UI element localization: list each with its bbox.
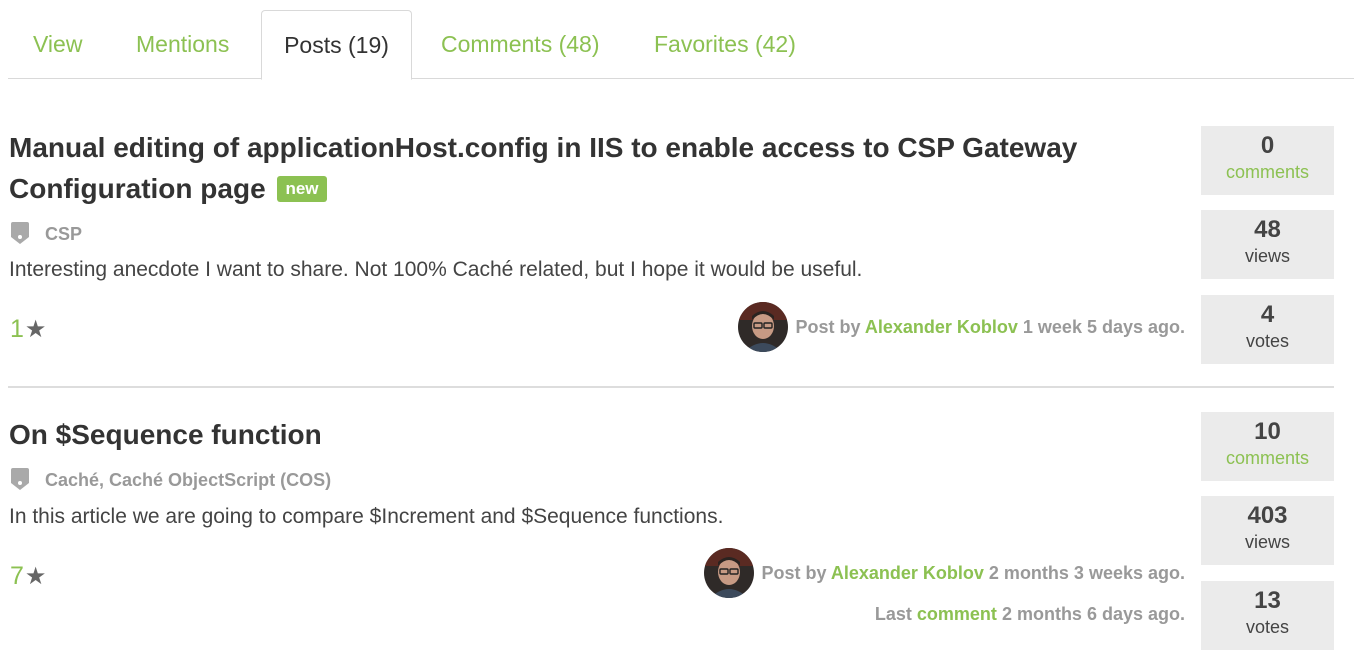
- tab-comments[interactable]: Comments (48): [441, 10, 599, 79]
- author-link[interactable]: Alexander Koblov: [831, 563, 984, 583]
- comments-stat[interactable]: 0 comments: [1201, 126, 1334, 195]
- avatar-image: [704, 548, 754, 598]
- views-stat: 48 views: [1201, 210, 1334, 279]
- tab-view[interactable]: View: [33, 10, 82, 79]
- votes-count: 13: [1254, 587, 1281, 614]
- new-badge: new: [277, 176, 327, 202]
- post-title: On $Sequence function: [9, 414, 1079, 455]
- post-title: Manual editing of applicationHost.config…: [9, 127, 1079, 209]
- post-time: 1 week 5 days ago.: [1022, 317, 1185, 337]
- star-icon: ★: [24, 316, 47, 343]
- post-item: Manual editing of applicationHost.config…: [0, 125, 1354, 370]
- views-count: 48: [1254, 216, 1281, 243]
- votes-stat: 13 votes: [1201, 581, 1334, 650]
- votes-stat: 4 votes: [1201, 295, 1334, 364]
- profile-tabs: View Mentions Posts (19) Comments (48) F…: [8, 10, 1354, 80]
- tag-icon: [11, 222, 29, 244]
- comments-count: 10: [1254, 418, 1281, 445]
- post-excerpt: In this article we are going to compare …: [9, 505, 724, 528]
- favorites-count[interactable]: 1★: [10, 314, 46, 345]
- votes-count: 4: [1260, 301, 1275, 328]
- author-link[interactable]: Alexander Koblov: [865, 317, 1018, 337]
- views-label: views: [1244, 532, 1290, 552]
- comments-stat[interactable]: 10 comments: [1201, 412, 1334, 481]
- last-comment: Last comment 2 months 6 days ago.: [875, 602, 1185, 626]
- comments-count: 0: [1260, 132, 1275, 159]
- post-title-link[interactable]: Manual editing of applicationHost.config…: [9, 132, 1077, 204]
- post-divider: [8, 386, 1334, 388]
- post-title-link[interactable]: On $Sequence function: [9, 419, 322, 450]
- tag-link[interactable]: CSP: [45, 224, 82, 244]
- tab-posts[interactable]: Posts (19): [261, 10, 412, 80]
- avatar[interactable]: [704, 548, 754, 598]
- tag-link[interactable]: Caché, Caché ObjectScript (COS): [45, 470, 331, 490]
- post-byline: Post by Alexander Koblov 2 months 3 week…: [762, 561, 1186, 585]
- views-count: 403: [1247, 502, 1288, 529]
- avatar-image: [738, 302, 788, 352]
- post-item: On $Sequence function Caché, Caché Objec…: [0, 412, 1354, 666]
- tab-mentions[interactable]: Mentions: [136, 10, 229, 79]
- post-byline: Post by Alexander Koblov 1 week 5 days a…: [795, 315, 1185, 339]
- star-icon: ★: [24, 563, 47, 590]
- post-tags: Caché, Caché ObjectScript (COS): [11, 468, 331, 492]
- byline-prefix: Post by: [761, 563, 827, 583]
- votes-label: votes: [1245, 617, 1290, 637]
- favorites-count[interactable]: 7★: [10, 561, 46, 592]
- comments-label[interactable]: comments: [1201, 160, 1334, 184]
- last-prefix: Last: [874, 604, 912, 624]
- tab-favorites[interactable]: Favorites (42): [654, 10, 796, 79]
- views-stat: 403 views: [1201, 496, 1334, 565]
- views-label: views: [1244, 246, 1290, 266]
- favorites-number: 1: [10, 315, 24, 343]
- votes-label: votes: [1245, 331, 1290, 351]
- last-comment-link[interactable]: comment: [917, 604, 997, 624]
- last-comment-time: 2 months 6 days ago.: [1001, 604, 1185, 624]
- post-tags: CSP: [11, 222, 82, 246]
- post-excerpt: Interesting anecdote I want to share. No…: [9, 258, 863, 281]
- tag-icon: [11, 468, 29, 490]
- avatar[interactable]: [738, 302, 788, 352]
- post-time: 2 months 3 weeks ago.: [988, 563, 1185, 583]
- favorites-number: 7: [10, 562, 24, 590]
- byline-prefix: Post by: [795, 317, 861, 337]
- comments-label[interactable]: comments: [1201, 446, 1334, 470]
